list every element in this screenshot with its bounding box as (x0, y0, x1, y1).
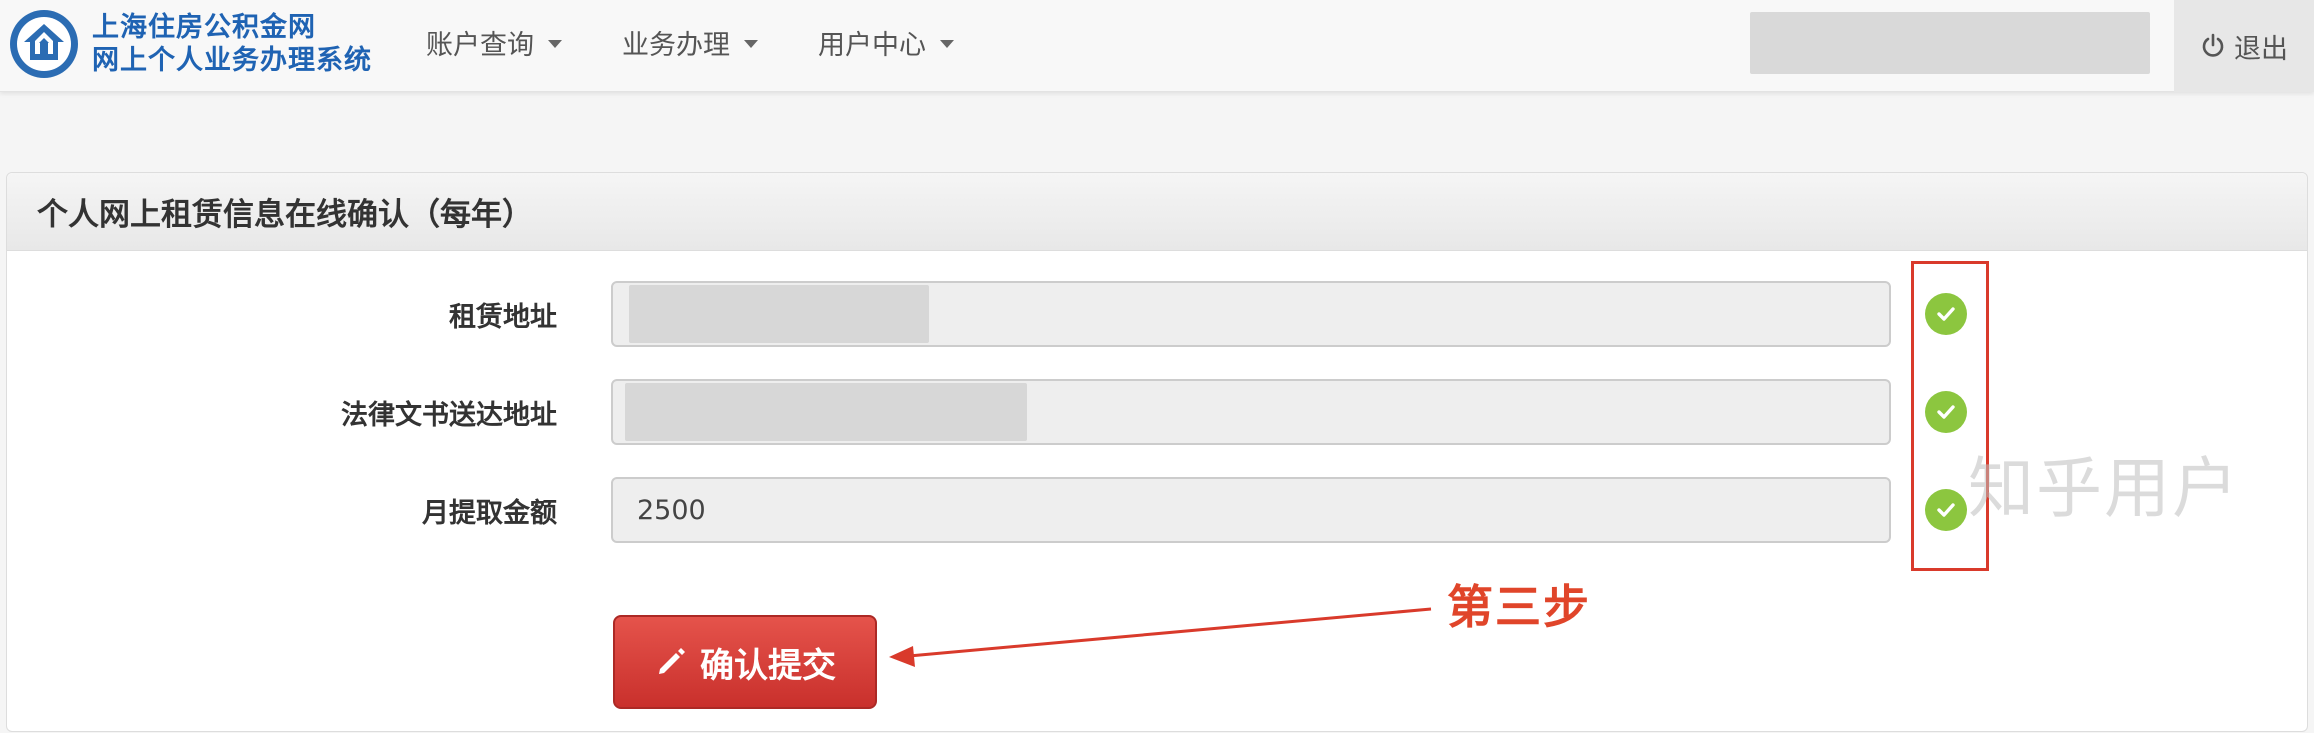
nav-menu: 账户查询 业务办理 用户中心 (426, 0, 1014, 84)
brand-name: 上海住房公积金网 (92, 12, 316, 43)
nav-business[interactable]: 业务办理 (622, 23, 758, 62)
house-circle-icon (10, 10, 78, 78)
watermark: 知乎用户 (1968, 450, 2240, 527)
brand-subtitle: 网上个人业务办理系统 (92, 45, 372, 76)
user-info-redacted (1750, 12, 2150, 74)
nav-account-query-label: 账户查询 (426, 29, 534, 61)
nav-user-center-label: 用户中心 (818, 29, 926, 61)
chevron-down-icon (940, 40, 954, 48)
chevron-down-icon (744, 40, 758, 48)
chevron-down-icon (548, 40, 562, 48)
annotation-step-label: 第三步 (1447, 580, 1591, 634)
logout-label: 退出 (2234, 33, 2288, 65)
nav-business-label: 业务办理 (622, 29, 730, 61)
nav-user-center[interactable]: 用户中心 (818, 23, 954, 62)
logout-button[interactable]: 退出 (2174, 0, 2314, 92)
top-navbar: 上海住房公积金网 网上个人业务办理系统 账户查询 业务办理 用户中心 退出 (0, 0, 2314, 92)
annotation-arrow (889, 607, 1432, 667)
brand[interactable]: 上海住房公积金网 网上个人业务办理系统 (10, 10, 372, 78)
power-icon (2202, 33, 2224, 57)
nav-account-query[interactable]: 账户查询 (426, 23, 562, 62)
rental-confirm-panel: 个人网上租赁信息在线确认（每年） 租赁地址 法律文书送达地址 月提取金额 250… (6, 172, 2308, 732)
